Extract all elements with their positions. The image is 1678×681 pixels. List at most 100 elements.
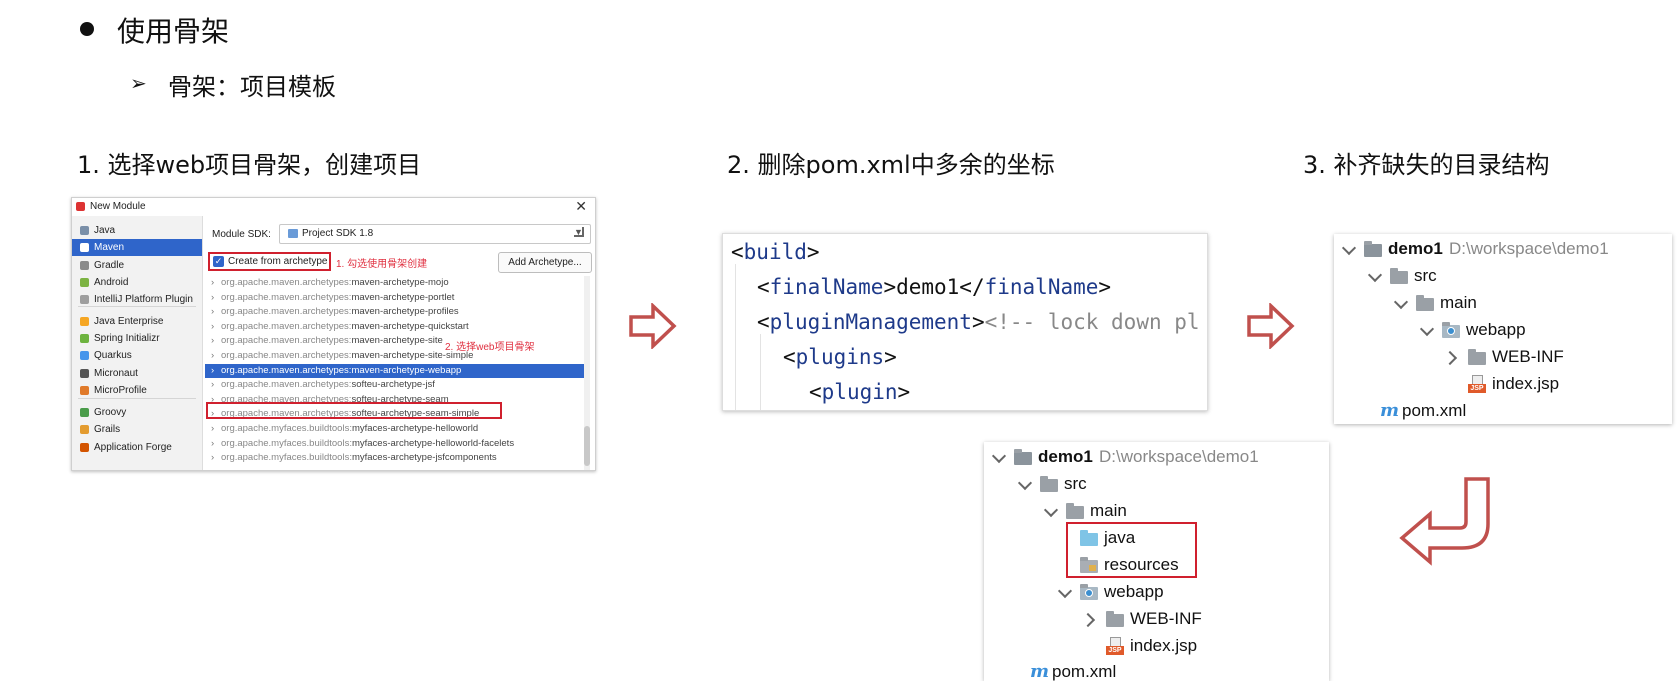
code-line-finalname: <finalName>demo1</finalName> <box>757 275 1112 299</box>
chevron-right-icon[interactable]: › <box>211 437 214 451</box>
chevron-right-icon[interactable]: › <box>211 291 214 305</box>
plugin-icon <box>80 295 89 304</box>
folder-label: WEB-INF <box>1130 609 1202 628</box>
archetype-list-scrollbar[interactable] <box>584 276 590 470</box>
chevron-down-icon[interactable] <box>1393 294 1409 310</box>
chevron-down-icon[interactable] <box>1419 321 1435 337</box>
archetype-group: org.apache.maven.archetypes: <box>221 291 352 303</box>
chevron-down-icon[interactable] <box>1367 267 1383 283</box>
code-line-plugins: <plugins> <box>783 345 897 369</box>
pom-xml-code-panel: <build> <finalName>demo1</finalName> <pl… <box>722 233 1208 411</box>
jsp-file-icon: JSP <box>1106 637 1124 656</box>
arrow-down-left-icon <box>1398 476 1492 568</box>
step-1-title: 1. 选择web项目骨架，创建项目 <box>77 151 422 179</box>
annotation-select-webapp: 2. 选择web项目骨架 <box>445 342 535 353</box>
folder-label: webapp <box>1466 320 1526 339</box>
chevron-down-icon[interactable] <box>1341 240 1357 256</box>
scrollbar-thumb[interactable] <box>584 426 590 466</box>
java-module-icon <box>80 226 89 235</box>
sidebar-item-grails[interactable]: Grails <box>72 421 202 438</box>
chevron-right-icon[interactable]: › <box>211 276 214 290</box>
module-folder-icon <box>1014 449 1032 465</box>
archetype-row[interactable]: › org.apache.maven.archetypes:maven-arche… <box>205 276 588 290</box>
chevron-right-icon[interactable]: › <box>211 349 214 363</box>
archetype-group: org.apache.maven.archetypes: <box>221 335 352 347</box>
chevron-down-icon[interactable] <box>1057 583 1073 599</box>
sidebar-item-groovy[interactable]: Groovy <box>72 404 202 421</box>
chevron-down-icon[interactable]: ▼ <box>574 227 584 237</box>
intellij-app-icon <box>76 202 85 211</box>
archetype-group: org.apache.myfaces.buildtools: <box>221 437 352 449</box>
sidebar-item-java[interactable]: Java <box>72 222 202 239</box>
sidebar-item-microprofile[interactable]: MicroProfile <box>72 382 202 399</box>
sidebar-item-micronaut[interactable]: Micronaut <box>72 365 202 382</box>
chevron-right-icon[interactable] <box>1442 350 1458 366</box>
file-label: index.jsp <box>1492 374 1560 393</box>
archetype-row[interactable]: › org.apache.maven.archetypes:softeu-arch… <box>205 378 588 392</box>
arrow-right-icon-1 <box>629 303 677 349</box>
sidebar-item-label: IntelliJ Platform Plugin <box>94 294 193 305</box>
sidebar-item-label: Gradle <box>94 260 125 271</box>
add-archetype-button[interactable]: Add Archetype... <box>498 252 592 273</box>
dialog-titlebar: New Module ✕ <box>72 198 595 216</box>
archetype-row[interactable]: › org.apache.maven.archetypes:maven-arche… <box>205 291 588 305</box>
archetype-row[interactable]: › org.apache.myfaces.buildtools:myfaces-a… <box>205 451 588 465</box>
sidebar-item-label: Quarkus <box>94 350 132 361</box>
chevron-right-icon[interactable]: › <box>211 451 214 465</box>
new-module-dialog: New Module ✕ Java Maven Gradle Android Intel… <box>71 197 596 471</box>
bullet-dot <box>80 22 94 36</box>
sidebar-divider <box>78 398 196 399</box>
archetype-row[interactable]: › org.apache.maven.archetypes:maven-arche… <box>205 363 588 378</box>
chevron-right-icon[interactable]: › <box>211 422 214 436</box>
highlight-box-archetype <box>208 252 331 271</box>
chevron-down-icon[interactable] <box>1017 475 1033 491</box>
sidebar-item-maven[interactable]: Maven <box>72 239 202 256</box>
sidebar-item-label: Groovy <box>94 407 127 418</box>
spring-icon <box>80 334 89 343</box>
sidebar-item-android[interactable]: Android <box>72 274 202 291</box>
quarkus-icon <box>80 351 89 360</box>
microprofile-icon <box>80 386 89 395</box>
archetype-group: org.apache.maven.archetypes: <box>221 306 352 318</box>
code-line-plugin: <plugin> <box>809 380 911 404</box>
module-type-sidebar: Java Maven Gradle Android IntelliJ Platform … <box>72 216 203 470</box>
sidebar-item-spring-initializr[interactable]: Spring Initializr <box>72 330 202 347</box>
archetype-group: org.apache.myfaces.buildtools: <box>221 423 352 434</box>
forge-icon <box>80 443 89 452</box>
sidebar-item-label: Java Enterprise <box>94 316 164 327</box>
highlight-box-webapp <box>206 402 502 419</box>
archetype-row[interactable]: › org.apache.maven.archetypes:maven-arche… <box>205 305 588 319</box>
close-icon[interactable]: ✕ <box>575 198 587 215</box>
sidebar-item-label: Spring Initializr <box>94 333 160 344</box>
chevron-right-icon[interactable]: › <box>211 320 214 334</box>
chevron-right-icon[interactable]: › <box>211 334 214 348</box>
sidebar-item-application-forge[interactable]: Application Forge <box>72 439 202 456</box>
maven-icon: m <box>1030 661 1050 681</box>
sidebar-item-quarkus[interactable]: Quarkus <box>72 347 202 364</box>
archetype-artifact: maven-archetype-portlet <box>351 291 455 303</box>
archetype-artifact: myfaces-archetype-helloworld <box>351 423 479 434</box>
file-label: pom.xml <box>1402 401 1467 420</box>
sidebar-divider <box>78 306 196 307</box>
chevron-down-icon[interactable] <box>1043 502 1059 518</box>
chevron-right-icon[interactable]: › <box>211 378 214 392</box>
chevron-right-icon[interactable] <box>1080 612 1096 628</box>
chevron-down-icon[interactable] <box>991 448 1007 464</box>
archetype-row[interactable]: › org.apache.myfaces.buildtools:myfaces-a… <box>205 437 588 451</box>
gradle-icon <box>80 261 89 270</box>
chevron-right-icon[interactable]: › <box>211 305 214 319</box>
archetype-row[interactable]: › org.apache.maven.archetypes:maven-arche… <box>205 320 588 334</box>
folder-label: main <box>1440 293 1477 312</box>
archetype-list: › org.apache.maven.archetypes:maven-arche… <box>205 276 588 470</box>
sdk-select[interactable]: Project SDK 1.8 ▼ <box>279 224 591 244</box>
folder-label: main <box>1090 501 1127 520</box>
code-line-build: <build> <box>731 240 820 264</box>
sidebar-item-java-enterprise[interactable]: Java Enterprise <box>72 313 202 330</box>
archetype-row[interactable]: › org.apache.myfaces.buildtools:myfaces-a… <box>205 422 588 436</box>
maven-icon: m <box>1380 400 1400 421</box>
sidebar-item-gradle[interactable]: Gradle <box>72 257 202 274</box>
sdk-value: Project SDK 1.8 <box>302 228 374 239</box>
chevron-right-icon[interactable]: › <box>211 364 214 378</box>
folder-icon <box>1468 349 1486 365</box>
project-tree-before: demo1 D:\workspace\demo1 src main webapp… <box>1334 234 1672 424</box>
